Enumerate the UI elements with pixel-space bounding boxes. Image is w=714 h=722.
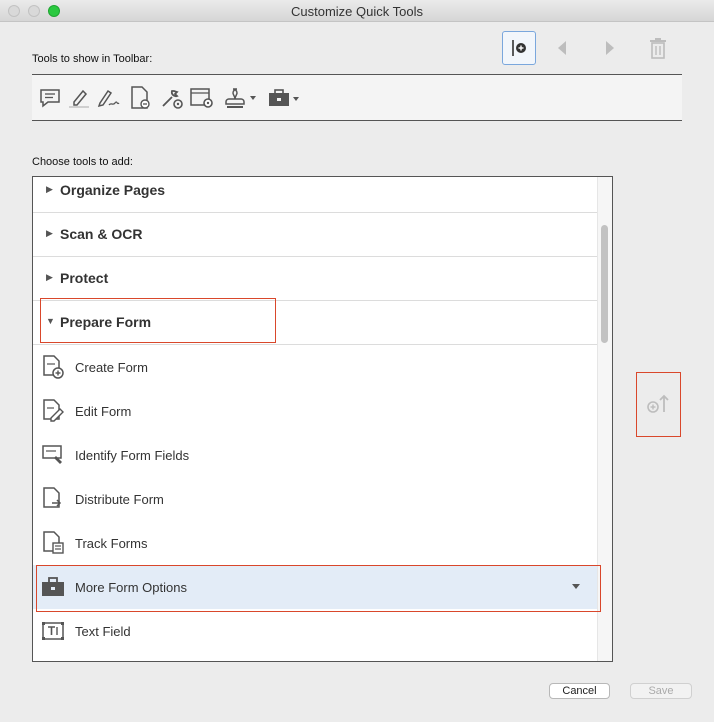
identify-form-fields-icon [42,445,62,464]
move-left-icon [558,41,566,55]
tool-label: Distribute Form [75,492,164,507]
category-scan-ocr[interactable]: ▶ Scan & OCR [33,213,598,257]
tool-text-field[interactable]: Text Field [33,609,598,653]
export-pdf-icon[interactable] [127,85,153,111]
window-title: Customize Quick Tools [291,4,423,19]
add-to-toolbar-button[interactable] [638,374,678,434]
move-right-button[interactable] [600,37,620,59]
category-label: Protect [60,270,109,286]
tool-track-forms[interactable]: Track Forms [33,521,598,565]
disclosure-down-icon: ▼ [46,316,55,326]
add-divider-icon [512,40,526,56]
delete-tool-button[interactable] [646,35,670,61]
title-bar: Customize Quick Tools [0,0,714,22]
add-to-toolbar-icon [647,394,669,413]
add-divider-button[interactable] [502,31,536,65]
briefcase-icon [42,577,64,596]
category-label: Prepare Form [60,314,152,330]
move-right-icon [606,41,614,55]
list-scrollbar[interactable] [597,177,612,661]
fill-sign-icon[interactable] [95,85,121,111]
category-prepare-form[interactable]: ▼ Prepare Form [33,301,598,345]
tool-label: Create Form [75,360,148,375]
more-tools-icon[interactable] [267,85,303,111]
chevron-down-icon[interactable] [571,583,581,591]
category-label: Scan & OCR [60,226,143,242]
tool-label: Identify Form Fields [75,448,190,463]
move-left-button[interactable] [552,37,572,59]
tools-list[interactable]: ▶ Organize Pages ▶ Scan & OCR ▶ Protect … [32,176,613,662]
edit-form-icon [43,399,64,422]
disclosure-right-icon: ▶ [46,272,53,282]
tool-label: Track Forms [75,536,148,551]
tool-distribute-form[interactable]: Distribute Form [33,477,598,521]
form-settings-icon[interactable] [189,85,215,111]
track-forms-icon [43,531,64,554]
choose-section-label: Choose tools to add: [32,156,133,168]
category-protect[interactable]: ▶ Protect [33,257,598,301]
tool-identify-form-fields[interactable]: Identify Form Fields [33,433,598,477]
tool-more-form-options[interactable]: More Form Options [33,565,598,609]
highlight-icon[interactable] [66,85,92,111]
tool-label: More Form Options [75,580,187,595]
stamp-icon[interactable] [223,85,259,111]
tool-label: Text Field [75,624,131,639]
text-field-icon [42,622,64,640]
cancel-button[interactable]: Cancel [549,683,610,699]
category-label: Organize Pages [60,182,166,198]
create-form-icon [43,355,64,379]
comment-icon[interactable] [37,85,63,111]
tool-edit-form[interactable]: Edit Form [33,389,598,433]
distribute-form-icon [43,487,62,508]
disclosure-right-icon: ▶ [46,184,53,194]
trash-icon [650,38,666,59]
scrollbar-thumb[interactable] [601,225,608,343]
toolbar-tools-strip [32,74,682,121]
disclosure-right-icon: ▶ [46,228,53,238]
save-button[interactable]: Save [630,683,692,699]
tool-create-form[interactable]: Create Form [33,345,598,389]
tool-label: Edit Form [75,404,132,419]
tools-wrench-icon[interactable] [159,85,185,111]
toolbar-section-label: Tools to show in Toolbar: [32,53,153,65]
category-organize-pages[interactable]: ▶ Organize Pages [33,177,598,213]
